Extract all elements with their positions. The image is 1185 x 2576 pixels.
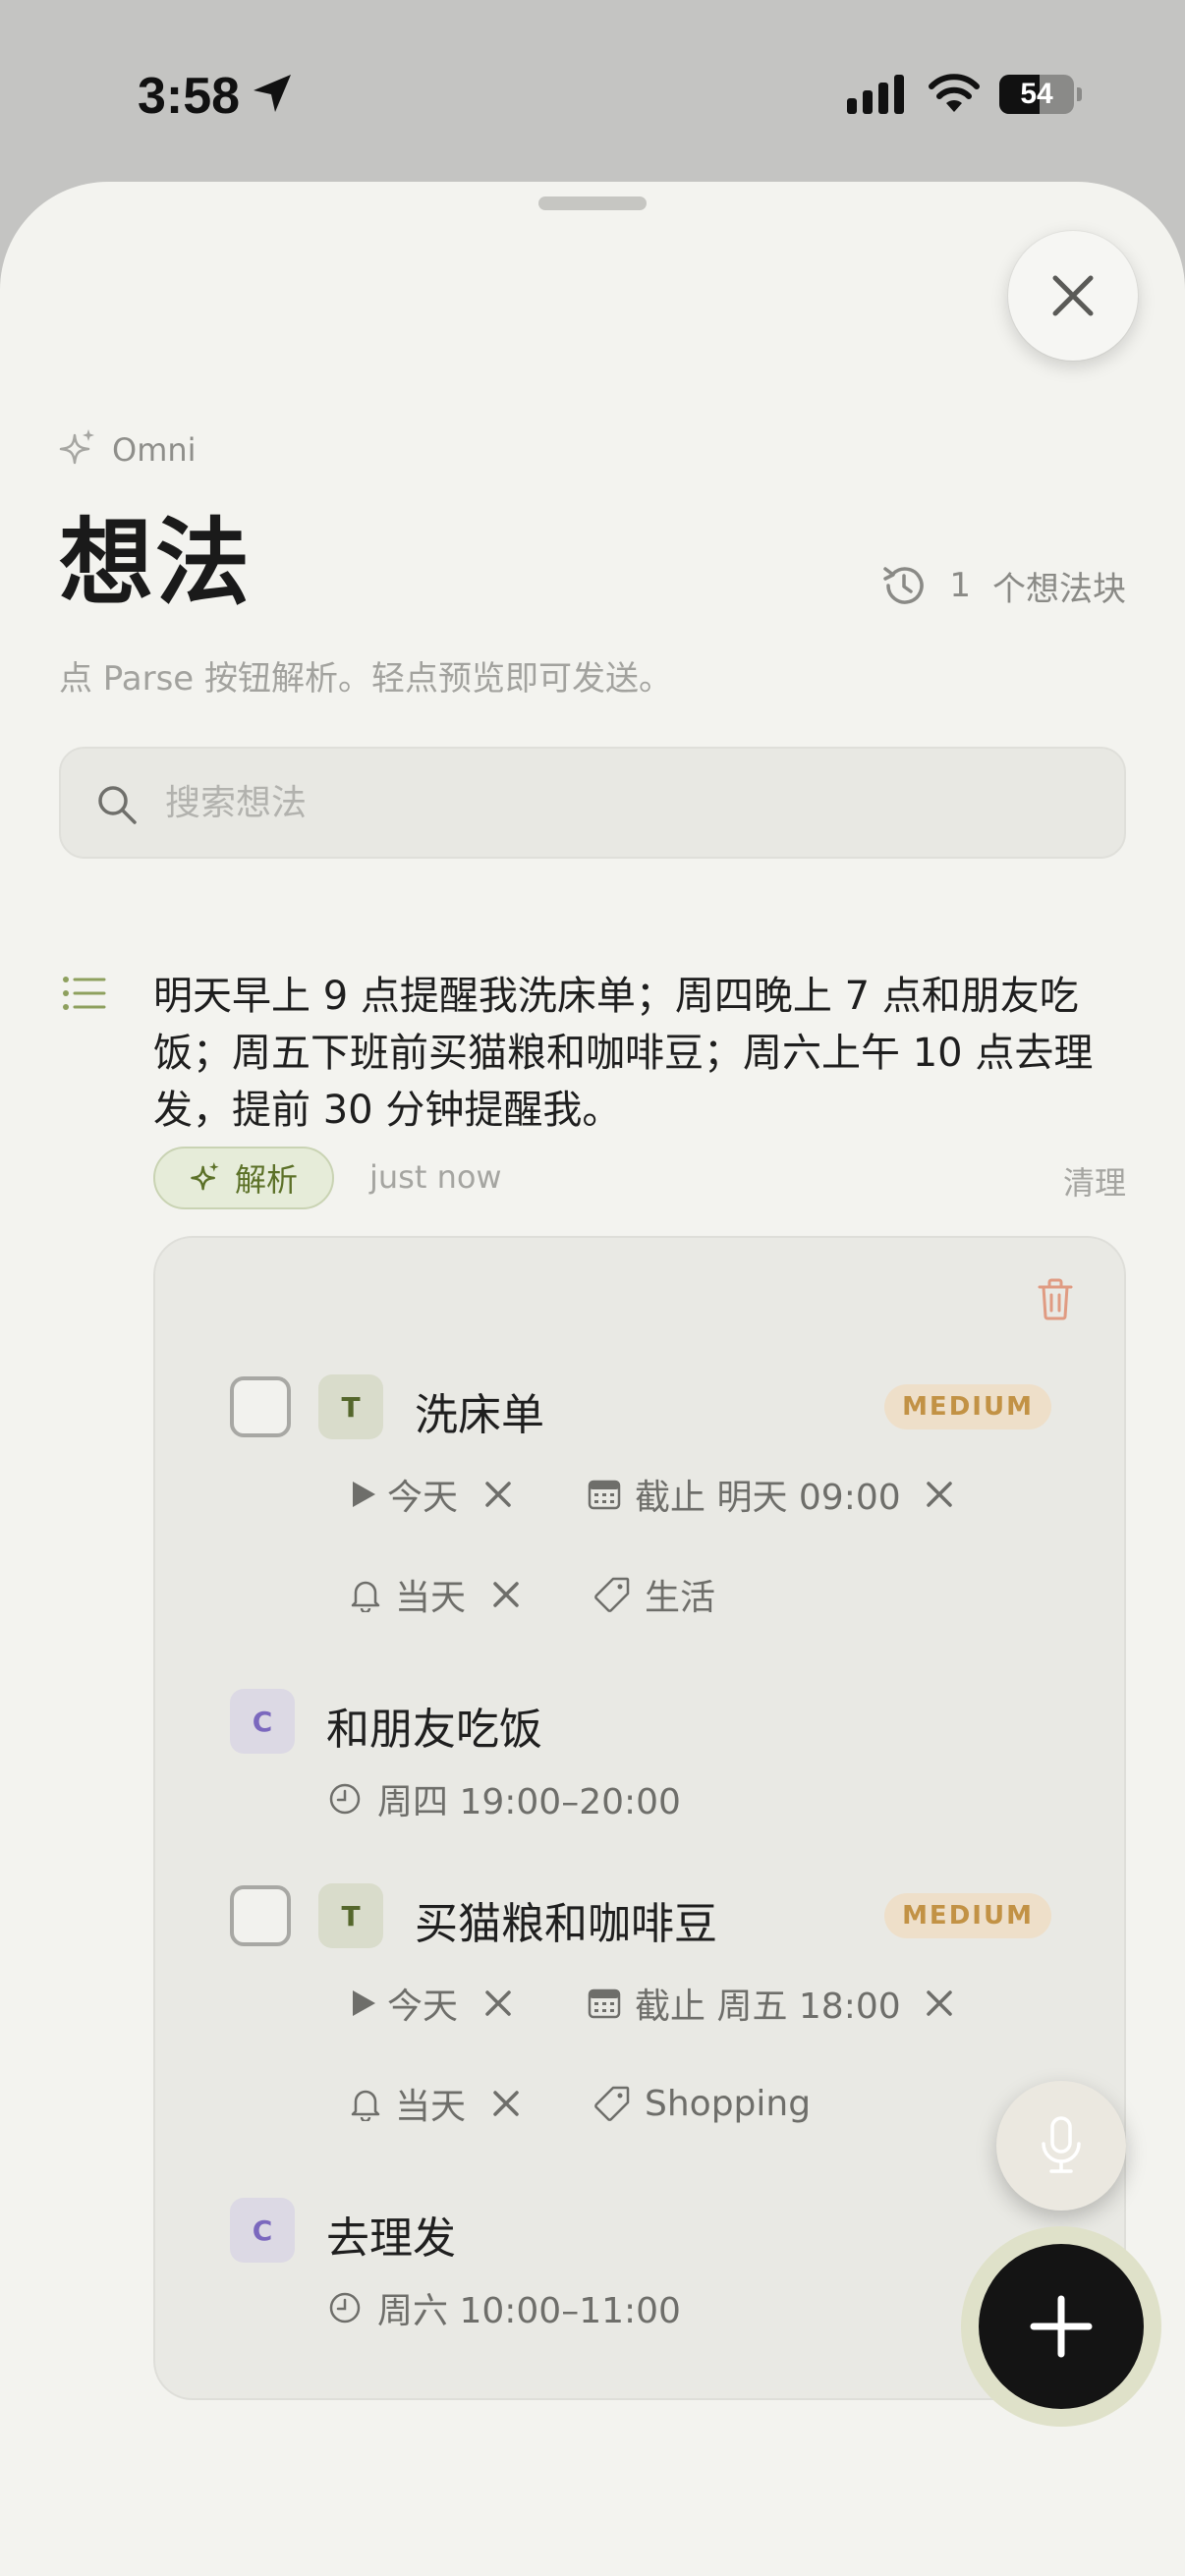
remove-icon[interactable]: [483, 1480, 513, 1509]
page-title: 想法: [59, 508, 252, 618]
parse-hint: 点 Parse 按钮解析。轻点预览即可发送。: [59, 659, 673, 699]
tag-text: Shopping: [645, 2083, 812, 2124]
wifi-icon: [929, 74, 980, 112]
event-type-badge: C: [230, 2198, 295, 2263]
sparkle-icon: [191, 1162, 219, 1191]
start-date-chip[interactable]: 今天: [350, 1470, 513, 1519]
close-button[interactable]: [1008, 231, 1138, 361]
close-icon: [1052, 275, 1094, 316]
priority-badge[interactable]: MEDIUM: [884, 1893, 1051, 1938]
due-date-chip[interactable]: 截止 明天 09:00: [588, 1470, 954, 1519]
bell-icon: [351, 1581, 380, 1612]
remove-icon[interactable]: [491, 2089, 521, 2118]
tag-icon: [594, 1577, 630, 1612]
tag-icon: [594, 2086, 630, 2121]
calendar-icon: [588, 1988, 621, 2019]
task-checkbox[interactable]: [230, 1885, 291, 1946]
battery-indicator: 54: [999, 75, 1082, 114]
event-type-badge: C: [230, 1689, 295, 1754]
remove-icon[interactable]: [483, 1988, 513, 2018]
app-label: Omni: [112, 431, 197, 469]
remove-icon[interactable]: [491, 1580, 521, 1609]
priority-badge[interactable]: MEDIUM: [884, 1384, 1051, 1429]
reminder-chip[interactable]: 当天: [350, 2079, 521, 2128]
microphone-icon: [1042, 2116, 1081, 2173]
sparkle-icon: [59, 429, 94, 465]
status-bar: 3:58 54: [0, 0, 1185, 182]
cleanup-button[interactable]: 清理: [1063, 1158, 1126, 1204]
blocks-count-number: 1: [949, 566, 971, 605]
start-date-text: 今天: [387, 1987, 459, 2027]
voice-input-button[interactable]: [996, 2081, 1126, 2211]
event-time-text: 周六 10:00–11:00: [377, 2291, 681, 2331]
reminder-chip[interactable]: 当天: [350, 1570, 521, 1619]
thoughts-sheet: Omni 想法 1 个想法块 点 Parse 按钮解析。轻点预览即可发送。 明天…: [0, 182, 1185, 2576]
tag-chip[interactable]: Shopping: [593, 2079, 811, 2128]
bell-icon: [351, 2090, 380, 2121]
remove-icon[interactable]: [925, 1988, 954, 2018]
search-icon: [98, 786, 137, 824]
clock-icon: [329, 1783, 361, 1815]
thought-blocks-count[interactable]: 1 个想法块: [880, 563, 1126, 609]
start-date-text: 今天: [387, 1478, 459, 1518]
search-input[interactable]: [165, 749, 1089, 857]
tag-text: 生活: [645, 1578, 716, 1618]
thought-text[interactable]: 明天早上 9 点提醒我洗床单；周四晚上 7 点和朋友吃饭；周五下班前买猫粮和咖啡…: [153, 968, 1097, 1139]
task-checkbox[interactable]: [230, 1376, 291, 1437]
event-time[interactable]: 周四 19:00–20:00: [328, 1774, 681, 1823]
add-button[interactable]: [979, 2244, 1144, 2409]
parse-button-label: 解析: [234, 1161, 298, 1199]
task-title[interactable]: 洗床单: [415, 1379, 544, 1442]
event-time-text: 周四 19:00–20:00: [377, 1782, 681, 1822]
history-icon: [883, 567, 925, 604]
parse-button[interactable]: 解析: [153, 1147, 334, 1209]
remove-icon[interactable]: [925, 1480, 954, 1509]
battery-percent: 54: [1020, 78, 1053, 110]
plus-icon: [1030, 2295, 1093, 2358]
due-date-text: 截止 明天 09:00: [635, 1478, 901, 1518]
event-title[interactable]: 和朋友吃饭: [326, 1694, 542, 1757]
calendar-icon: [588, 1480, 621, 1510]
reminder-text: 当天: [395, 2087, 467, 2127]
due-date-text: 截止 周五 18:00: [635, 1987, 901, 2027]
due-date-chip[interactable]: 截止 周五 18:00: [588, 1979, 954, 2028]
location-arrow-icon: [254, 75, 291, 112]
trash-icon[interactable]: [1036, 1277, 1075, 1320]
event-title[interactable]: 去理发: [326, 2203, 456, 2266]
start-date-chip[interactable]: 今天: [350, 1979, 513, 2028]
tag-chip[interactable]: 生活: [593, 1570, 715, 1619]
search-bar[interactable]: [59, 747, 1126, 859]
play-icon: [353, 1482, 375, 1507]
task-type-badge: T: [318, 1374, 383, 1439]
reminder-text: 当天: [395, 1578, 467, 1618]
blocks-count-label: 个想法块: [992, 569, 1126, 609]
play-icon: [353, 1990, 375, 2016]
thought-timestamp: just now: [369, 1158, 502, 1196]
sheet-grabber[interactable]: [538, 196, 647, 210]
parsed-preview-card[interactable]: T 洗床单 MEDIUM 今天 截止 明天 09:00 当天 生活 C 和朋友吃…: [153, 1236, 1126, 2400]
cellular-signal-icon: [847, 75, 904, 114]
status-time: 3:58: [138, 68, 241, 125]
list-icon: [63, 977, 106, 1010]
clock-icon: [329, 2292, 361, 2324]
task-type-badge: T: [318, 1883, 383, 1948]
task-title[interactable]: 买猫粮和咖啡豆: [415, 1888, 717, 1951]
event-time[interactable]: 周六 10:00–11:00: [328, 2283, 681, 2332]
